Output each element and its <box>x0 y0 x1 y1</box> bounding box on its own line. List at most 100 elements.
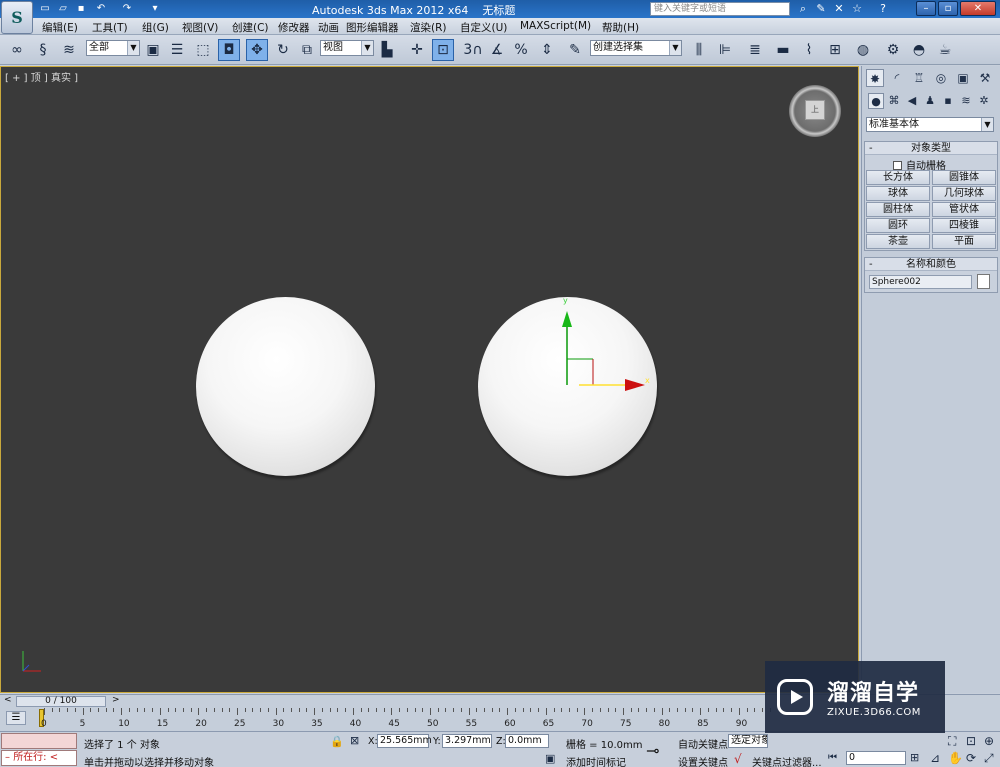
go-to-start-icon[interactable]: ⏮ <box>828 752 837 763</box>
menu-customize[interactable]: 自定义(U) <box>460 20 507 35</box>
cylinder-button[interactable]: 圆柱体 <box>866 202 930 217</box>
cone-button[interactable]: 圆锥体 <box>932 170 996 185</box>
zoom-region-icon[interactable]: ⊕ <box>984 734 994 748</box>
absolute-mode-icon[interactable]: ⊠ <box>350 734 359 747</box>
menu-edit[interactable]: 编辑(E) <box>42 20 78 35</box>
time-slider-prev-icon[interactable]: < <box>4 695 12 705</box>
graphite-ribbon-icon[interactable]: ▬ <box>772 39 794 61</box>
close-button[interactable]: ✕ <box>960 1 996 16</box>
create-tab-icon[interactable]: ✸ <box>866 69 884 87</box>
subscription-icon[interactable]: ✎ <box>814 2 828 16</box>
percent-snap-icon[interactable]: % <box>510 39 532 61</box>
z-coord-input[interactable]: 0.0mm <box>505 734 549 748</box>
link-icon[interactable]: ∞ <box>6 39 28 61</box>
menu-help[interactable]: 帮助(H) <box>602 20 639 35</box>
systems-icon[interactable]: ✲ <box>976 93 992 109</box>
helpers-icon[interactable]: ▪ <box>940 93 956 109</box>
redo-icon[interactable]: ↷ <box>120 2 134 15</box>
track-ruler[interactable]: 0 5 10 15 20 25 30 35 40 45 50 55 60 65 70 75 80 85 90 <box>36 707 771 731</box>
menu-create[interactable]: 创建(C) <box>232 20 269 35</box>
quick-access-dropdown-icon[interactable]: ▾ <box>148 2 162 15</box>
frame-counter[interactable]: 0 / 100 <box>16 696 106 707</box>
render-setup-icon[interactable]: ⚙ <box>882 39 904 61</box>
render-production-icon[interactable]: ☕ <box>934 39 956 61</box>
binoculars-icon[interactable]: ⌕ <box>796 2 810 16</box>
select-by-name-icon[interactable]: ☰ <box>166 39 188 61</box>
time-slider-next-icon[interactable]: > <box>112 695 120 705</box>
maximize-viewport-icon[interactable]: ⤢ <box>984 751 994 766</box>
y-coord-input[interactable]: 3.297mm <box>442 734 492 748</box>
object-type-rollout-header[interactable]: - 对象类型 <box>865 142 997 155</box>
menu-views[interactable]: 视图(V) <box>182 20 218 35</box>
edit-named-selection-icon[interactable]: ✎ <box>564 39 586 61</box>
menu-modifiers[interactable]: 修改器 <box>278 20 310 35</box>
select-manipulate-icon[interactable]: ✛ <box>406 39 428 61</box>
utilities-tab-icon[interactable]: ⚒ <box>976 69 994 87</box>
bind-space-warp-icon[interactable]: ≋ <box>58 39 80 61</box>
angle-snap-icon[interactable]: ∡ <box>486 39 508 61</box>
keyboard-shortcut-override-icon[interactable]: ⊡ <box>432 39 454 61</box>
key-selection-dropdown[interactable]: 选定对象 <box>728 734 768 748</box>
geosphere-button[interactable]: 几何球体 <box>932 186 996 201</box>
maxscript-listener-input[interactable] <box>1 733 77 749</box>
spinner-snap-icon[interactable]: ⇕ <box>536 39 558 61</box>
tube-button[interactable]: 管状体 <box>932 202 996 217</box>
layer-manager-icon[interactable]: ≣ <box>744 39 766 61</box>
set-key-button[interactable]: 设置关键点 <box>678 754 728 767</box>
time-config-icon[interactable]: ⊞ <box>910 751 919 764</box>
menu-rendering[interactable]: 渲染(R) <box>410 20 447 35</box>
key-filter-curve-icon[interactable]: √ <box>734 752 742 766</box>
material-editor-icon[interactable]: ◍ <box>852 39 874 61</box>
sphere-001[interactable] <box>196 297 375 476</box>
curve-editor-icon[interactable]: ⌇ <box>798 39 820 61</box>
schematic-view-icon[interactable]: ⊞ <box>824 39 846 61</box>
app-menu-logo[interactable]: S <box>1 1 33 34</box>
zoom-all-icon[interactable]: ⊡ <box>966 734 976 748</box>
pivot-center-icon[interactable]: ▙ <box>376 39 398 61</box>
rectangular-selection-icon[interactable]: ⬚ <box>192 39 214 61</box>
shapes-icon[interactable]: ⌘ <box>886 93 902 109</box>
motion-tab-icon[interactable]: ◎ <box>932 69 950 87</box>
pan-view-icon[interactable]: ✋ <box>948 751 963 765</box>
save-icon[interactable]: ▪ <box>74 2 88 15</box>
favorites-star-icon[interactable]: ☆ <box>850 2 864 16</box>
new-file-icon[interactable]: ▭ <box>38 2 52 15</box>
menu-group[interactable]: 组(G) <box>142 20 169 35</box>
menu-graph-editors[interactable]: 图形编辑器 <box>346 20 399 35</box>
mirror-icon[interactable]: ⫼ <box>688 39 710 61</box>
set-key-icon[interactable]: ⊸ <box>646 741 659 760</box>
maxscript-prompt[interactable]: – 所在行: < <box>1 750 77 766</box>
display-tab-icon[interactable]: ▣ <box>954 69 972 87</box>
x-coord-input[interactable]: 25.565mm <box>377 734 432 748</box>
selection-filter-dropdown[interactable]: 全部 ▼ <box>86 40 140 56</box>
selection-lock-icon[interactable]: 🔒 <box>330 735 344 748</box>
orbit-icon[interactable]: ⟳ <box>966 751 976 765</box>
zoom-extents-icon[interactable]: ⛶ <box>948 734 956 749</box>
align-icon[interactable]: ⊫ <box>714 39 736 61</box>
gizmo-y-arrow[interactable] <box>562 311 572 327</box>
search-input[interactable]: 键入关键字或短语 <box>650 2 790 16</box>
undo-icon[interactable]: ↶ <box>94 2 108 15</box>
object-color-swatch[interactable] <box>977 274 990 289</box>
minimize-button[interactable]: – <box>916 1 936 16</box>
key-filters-button[interactable]: 关键点过滤器... <box>752 754 822 767</box>
cameras-icon[interactable]: ♟ <box>922 93 938 109</box>
menu-tools[interactable]: 工具(T) <box>92 20 128 35</box>
viewcube[interactable]: 上 <box>789 85 841 137</box>
name-color-rollout-header[interactable]: - 名称和颜色 <box>865 258 997 271</box>
add-time-tag[interactable]: 添加时间标记 <box>566 754 626 767</box>
communication-icon[interactable]: ✕ <box>832 2 846 16</box>
move-gizmo[interactable]: y x <box>553 293 653 393</box>
help-icon[interactable]: ? <box>876 2 890 16</box>
viewport-label[interactable]: [ + ] 顶 ] 真实 ] <box>5 69 78 84</box>
plane-button[interactable]: 平面 <box>932 234 996 249</box>
geometry-icon[interactable]: ● <box>868 93 884 109</box>
maximize-button[interactable]: ▫ <box>938 1 958 16</box>
time-tag-icon[interactable]: ▣ <box>545 752 555 765</box>
field-of-view-icon[interactable]: ⊿ <box>930 751 940 765</box>
unlink-icon[interactable]: § <box>32 39 54 61</box>
space-warps-icon[interactable]: ≋ <box>958 93 974 109</box>
menu-animation[interactable]: 动画 <box>318 20 339 35</box>
select-scale-icon[interactable]: ⧉ <box>296 39 318 61</box>
mini-curve-editor-icon[interactable]: ☰ <box>6 711 26 725</box>
